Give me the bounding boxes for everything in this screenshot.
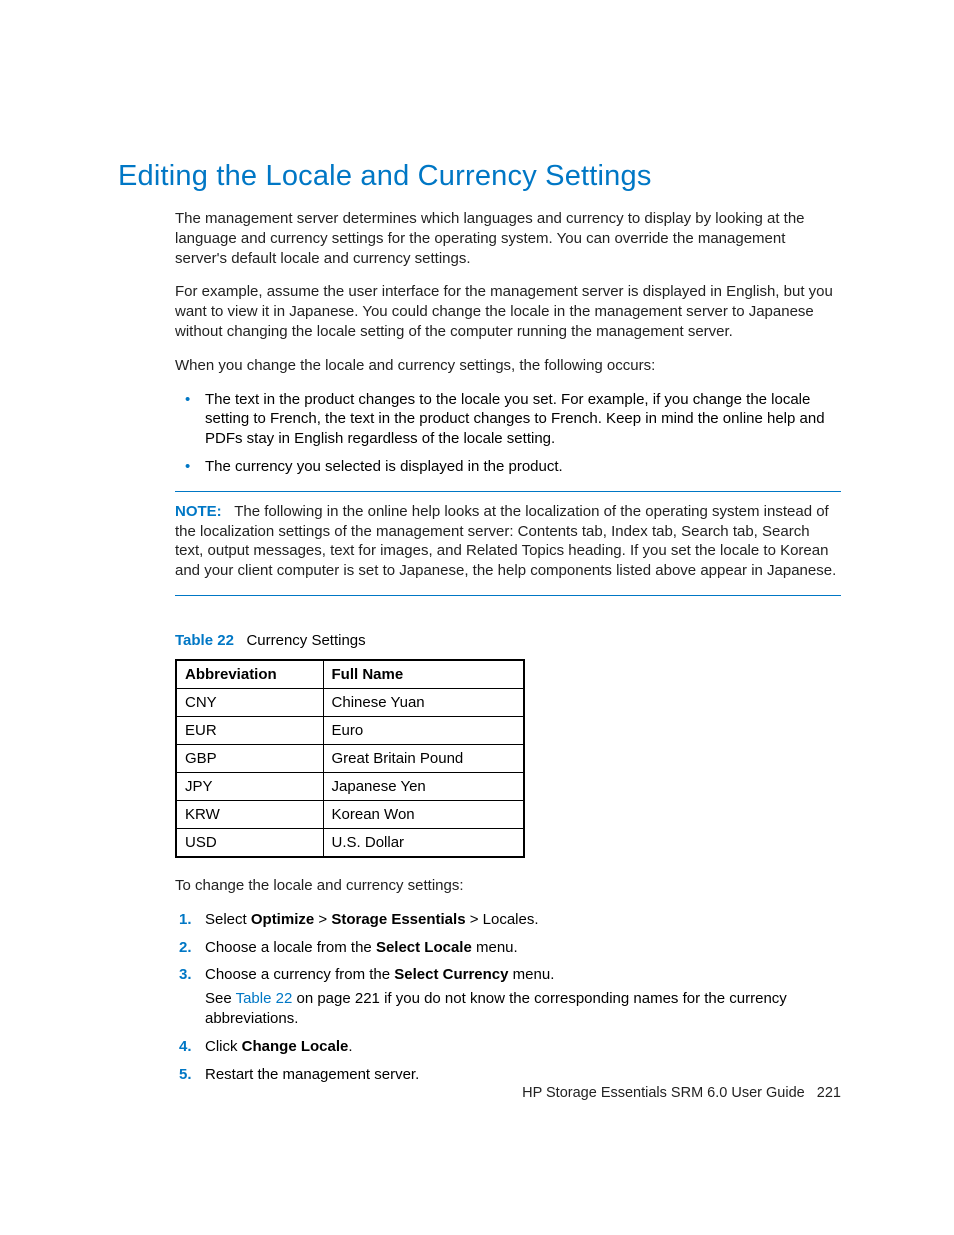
table-cell: CNY (176, 688, 323, 716)
steps-list: 1. Select Optimize > Storage Essentials … (175, 910, 841, 1085)
paragraph-example: For example, assume the user interface f… (175, 282, 841, 341)
currency-table: Abbreviation Full Name CNYChinese Yuan E… (175, 659, 525, 858)
table-cell: USD (176, 828, 323, 857)
step-number: 3. (179, 965, 192, 985)
footer-doc-title: HP Storage Essentials SRM 6.0 User Guide (522, 1085, 805, 1101)
table-cell: Chinese Yuan (323, 688, 524, 716)
page-title: Editing the Locale and Currency Settings (118, 160, 841, 193)
step-number: 5. (179, 1065, 192, 1085)
step-text: Click Change Locale. (205, 1038, 353, 1055)
step-number: 4. (179, 1037, 192, 1057)
list-item: 5. Restart the management server. (201, 1065, 841, 1085)
step-number: 1. (179, 910, 192, 930)
table-cell: Great Britain Pound (323, 744, 524, 772)
table-cell: Korean Won (323, 800, 524, 828)
table-22-link[interactable]: Table 22 (236, 990, 293, 1007)
paragraph-intro: The management server determines which l… (175, 209, 841, 268)
step-text: Select Optimize > Storage Essentials > L… (205, 911, 539, 928)
list-item: The currency you selected is displayed i… (201, 457, 841, 477)
note-text: The following in the online help looks a… (175, 503, 836, 579)
step-text: Choose a currency from the Select Curren… (205, 966, 554, 983)
step-number: 2. (179, 938, 192, 958)
body: The management server determines which l… (118, 209, 841, 1084)
list-item: 3. Choose a currency from the Select Cur… (201, 965, 841, 1028)
table-header-row: Abbreviation Full Name (176, 660, 524, 689)
page-footer: HP Storage Essentials SRM 6.0 User Guide… (522, 1085, 841, 1101)
divider (175, 595, 841, 596)
list-item: 1. Select Optimize > Storage Essentials … (201, 910, 841, 930)
table-row: USDU.S. Dollar (176, 828, 524, 857)
table-label: Table 22 (175, 632, 234, 649)
divider (175, 491, 841, 492)
table-cell: JPY (176, 772, 323, 800)
step-text: Choose a locale from the Select Locale m… (205, 939, 518, 956)
note-block: NOTE: The following in the online help l… (175, 502, 841, 581)
table-row: GBPGreat Britain Pound (176, 744, 524, 772)
list-item: The text in the product changes to the l… (201, 390, 841, 449)
step-text: Restart the management server. (205, 1066, 419, 1083)
list-item: 2. Choose a locale from the Select Local… (201, 938, 841, 958)
list-item: 4. Click Change Locale. (201, 1037, 841, 1057)
table-caption: Table 22 Currency Settings (175, 632, 841, 649)
paragraph-steps-lead: To change the locale and currency settin… (175, 876, 841, 896)
table-row: KRWKorean Won (176, 800, 524, 828)
paragraph-lead: When you change the locale and currency … (175, 356, 841, 376)
table-header-name: Full Name (323, 660, 524, 689)
table-row: JPYJapanese Yen (176, 772, 524, 800)
step-subtext: See Table 22 on page 221 if you do not k… (205, 989, 841, 1029)
table-row: EUREuro (176, 716, 524, 744)
table-caption-text: Currency Settings (246, 632, 365, 649)
table-cell: Euro (323, 716, 524, 744)
page-content: Editing the Locale and Currency Settings… (0, 0, 954, 1084)
table-cell: U.S. Dollar (323, 828, 524, 857)
footer-page-number: 221 (817, 1085, 841, 1101)
table-cell: Japanese Yen (323, 772, 524, 800)
table-row: CNYChinese Yuan (176, 688, 524, 716)
bullet-list: The text in the product changes to the l… (175, 390, 841, 477)
table-header-abbr: Abbreviation (176, 660, 323, 689)
note-label: NOTE: (175, 503, 222, 520)
table-cell: GBP (176, 744, 323, 772)
table-cell: EUR (176, 716, 323, 744)
table-cell: KRW (176, 800, 323, 828)
